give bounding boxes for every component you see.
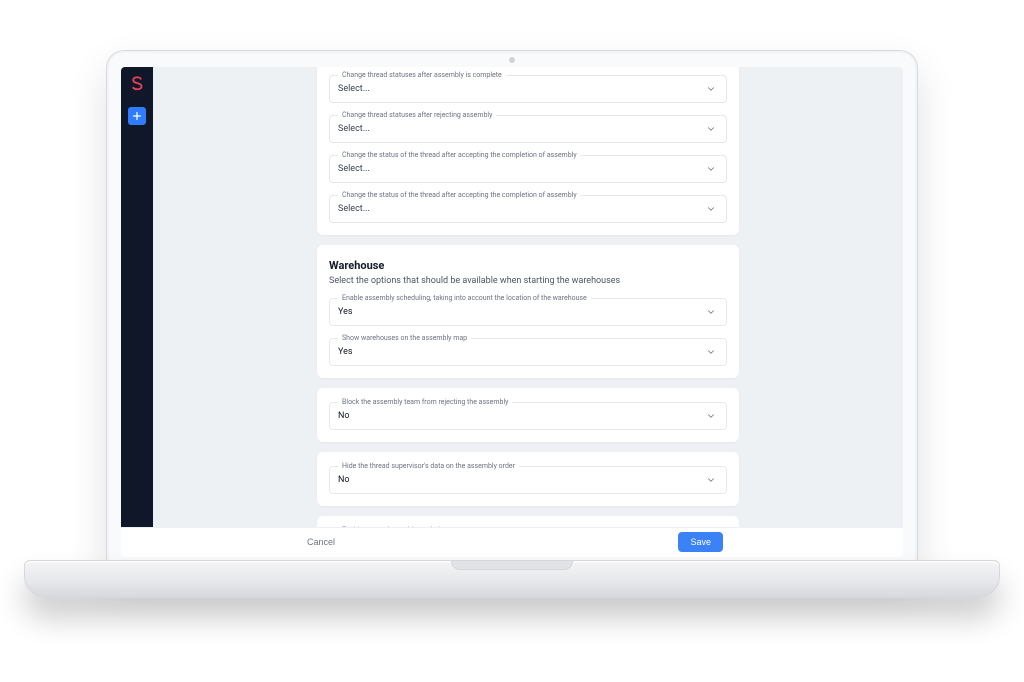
select-value: No [338,411,350,421]
card-block-team: Block the assembly team from rejecting t… [317,388,739,442]
select-value: Select... [338,164,370,174]
laptop-bezel: Change thread statuses after assembly is… [106,50,918,566]
cancel-button[interactable]: Cancel [301,533,341,551]
laptop-base [24,560,1000,598]
field-label: Change the status of the thread after ac… [338,150,581,160]
field-block-team: Block the assembly team from rejecting t… [329,402,727,430]
card-status-settled: Enable status Assemble settled Yes [317,516,739,527]
field-change-status-accept-2: Change the status of the thread after ac… [329,195,727,223]
footer-inner: Cancel Save [301,532,723,552]
field-hide-supervisor: Hide the thread supervisor's data on the… [329,466,727,494]
warehouse-subtitle: Select the options that should be availa… [329,276,727,286]
field-show-on-map: Show warehouses on the assembly map Yes [329,338,727,366]
field-change-status-reject: Change thread statuses after rejecting a… [329,115,727,143]
card-assembly-statuses: Change thread statuses after assembly is… [317,67,739,235]
field-enable-scheduling: Enable assembly scheduling, taking into … [329,298,727,326]
chevron-down-icon [706,347,716,357]
card-warehouse: Warehouse Select the options that should… [317,245,739,378]
chevron-down-icon [706,475,716,485]
field-label: Show warehouses on the assembly map [338,333,471,343]
select-value: Yes [338,347,353,357]
field-label: Change thread statuses after rejecting a… [338,110,496,120]
field-label: Hide the thread supervisor's data on the… [338,461,519,471]
select-value: Yes [338,307,353,317]
select-value: No [338,475,350,485]
field-label: Enable status Assemble settled [338,525,444,527]
card-hide-supervisor: Hide the thread supervisor's data on the… [317,452,739,506]
chevron-down-icon [706,84,716,94]
field-label: Change thread statuses after assembly is… [338,70,506,80]
chevron-down-icon [706,164,716,174]
field-change-status-accept-1: Change the status of the thread after ac… [329,155,727,183]
chevron-down-icon [706,204,716,214]
field-label: Enable assembly scheduling, taking into … [338,293,591,303]
select-value: Select... [338,204,370,214]
chevron-down-icon [706,124,716,134]
field-label: Block the assembly team from rejecting t… [338,397,512,407]
warehouse-title: Warehouse [329,259,727,272]
add-button[interactable] [128,107,146,125]
content-column: Change thread statuses after assembly is… [317,67,739,527]
laptop-mockup: Change thread statuses after assembly is… [0,0,1024,682]
brand-s-icon [128,75,146,93]
footer-bar: Cancel Save [121,527,903,557]
screen: Change thread statuses after assembly is… [121,67,903,557]
camera-dot [509,57,515,63]
app-sidebar [121,67,153,527]
select-value: Select... [338,124,370,134]
chevron-down-icon [706,411,716,421]
save-button[interactable]: Save [678,532,723,552]
app-layout: Change thread statuses after assembly is… [121,67,903,527]
select-value: Select... [338,84,370,94]
chevron-down-icon [706,307,716,317]
content-scroll[interactable]: Change thread statuses after assembly is… [153,67,903,527]
field-label: Change the status of the thread after ac… [338,190,581,200]
field-change-status-complete: Change thread statuses after assembly is… [329,75,727,103]
